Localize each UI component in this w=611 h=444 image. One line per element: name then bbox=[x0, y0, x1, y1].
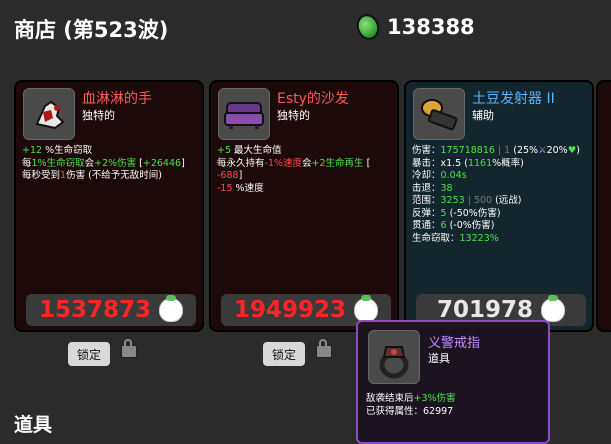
item-category: 辅助 bbox=[472, 109, 494, 122]
shop-item-card-4[interactable] bbox=[596, 80, 611, 332]
description-line: -688] bbox=[217, 170, 243, 181]
description-line: 反弹：5 (-50%伤害) bbox=[412, 207, 501, 219]
page-title: 商店 (第523波) bbox=[14, 18, 169, 42]
shop-item-card-2[interactable]: Esty的沙发 独特的 +5 最大生命值 每永久持有-1%速度会+2生命再生 [-… bbox=[209, 80, 399, 332]
item-name: Esty的沙发 bbox=[277, 91, 349, 107]
material-gem-icon bbox=[353, 11, 383, 43]
potato-launcher-icon bbox=[413, 88, 465, 140]
description-line: 每1%生命窃取会+2%伤害 [+26446] bbox=[22, 157, 185, 169]
lock-button-2[interactable]: 锁定 bbox=[263, 342, 305, 366]
item-description: +12 %生命窃取 每1%生命窃取会+2%伤害 [+26446] 每秒受到1伤害 (… bbox=[22, 145, 200, 183]
tooltip-description: 敌袭结束后+3%伤害 已获得属性：62997 bbox=[366, 392, 456, 418]
shop-item-card-3[interactable]: 土豆发射器 II 辅助 伤害：175718816 | 1 (25%⚔20%♥) 暴… bbox=[404, 80, 594, 332]
material-bag-icon bbox=[354, 295, 379, 322]
item-price: 1949923 bbox=[233, 297, 347, 323]
padlock-icon[interactable] bbox=[316, 339, 332, 358]
description-line: +5 最大生命值 bbox=[217, 145, 282, 156]
item-tooltip: 义警戒指 道具 敌袭结束后+3%伤害 已获得属性：62997 bbox=[356, 320, 550, 444]
lock-button-1[interactable]: 锁定 bbox=[68, 342, 110, 366]
description-line: 贯通：6 (-0%伤害) bbox=[412, 220, 495, 231]
shop-item-card-1[interactable]: 血淋淋的手 独特的 +12 %生命窃取 每1%生命窃取会+2%伤害 [+26446… bbox=[14, 80, 204, 332]
description-line: +12 %生命窃取 bbox=[22, 145, 93, 156]
description-line: 每永久持有-1%速度会+2生命再生 [ bbox=[217, 157, 371, 169]
material-bag-icon bbox=[159, 295, 184, 322]
weapon-stats: 伤害：175718816 | 1 (25%⚔20%♥) 暴击：x1.5 (1161… bbox=[412, 145, 590, 245]
description-line: 生命窃取：13223% bbox=[412, 232, 499, 244]
description-line: -15 %速度 bbox=[217, 182, 264, 194]
materials-counter: 138388 bbox=[353, 11, 475, 43]
description-line: 范围：3253 | 500 (远战) bbox=[412, 195, 522, 206]
item-name: 血淋淋的手 bbox=[82, 91, 152, 107]
description-line: 伤害：175718816 | 1 (25%⚔20%♥) bbox=[412, 145, 580, 156]
tooltip-item-category: 道具 bbox=[428, 352, 450, 365]
item-rarity: 独特的 bbox=[277, 109, 310, 122]
padlock-icon[interactable] bbox=[121, 339, 137, 358]
item-description: +5 最大生命值 每永久持有-1%速度会+2生命再生 [-688] -15 %速度 bbox=[217, 145, 395, 195]
material-bag-icon bbox=[541, 295, 566, 322]
bloody-hand-icon bbox=[23, 88, 75, 140]
sofa-icon bbox=[218, 88, 270, 140]
description-line: 每秒受到1伤害 (不给予无敌时间) bbox=[22, 170, 162, 181]
description-line: 敌袭结束后+3%伤害 bbox=[366, 393, 456, 404]
items-section-title: 道具 bbox=[14, 414, 53, 436]
item-name: 土豆发射器 II bbox=[472, 91, 555, 107]
ring-icon bbox=[368, 330, 420, 384]
buy-button[interactable]: 1537873 bbox=[26, 294, 196, 326]
item-rarity: 独特的 bbox=[82, 109, 115, 122]
description-line: 冷却：0.04s bbox=[412, 170, 467, 181]
description-line: 已获得属性：62997 bbox=[366, 406, 454, 417]
tooltip-item-name: 义警戒指 bbox=[428, 336, 481, 351]
item-price: 1537873 bbox=[38, 297, 152, 323]
materials-amount: 138388 bbox=[387, 15, 475, 39]
description-line: 暴击：x1.5 (1161%概率) bbox=[412, 157, 524, 169]
description-line: 击退：38 bbox=[412, 182, 453, 194]
